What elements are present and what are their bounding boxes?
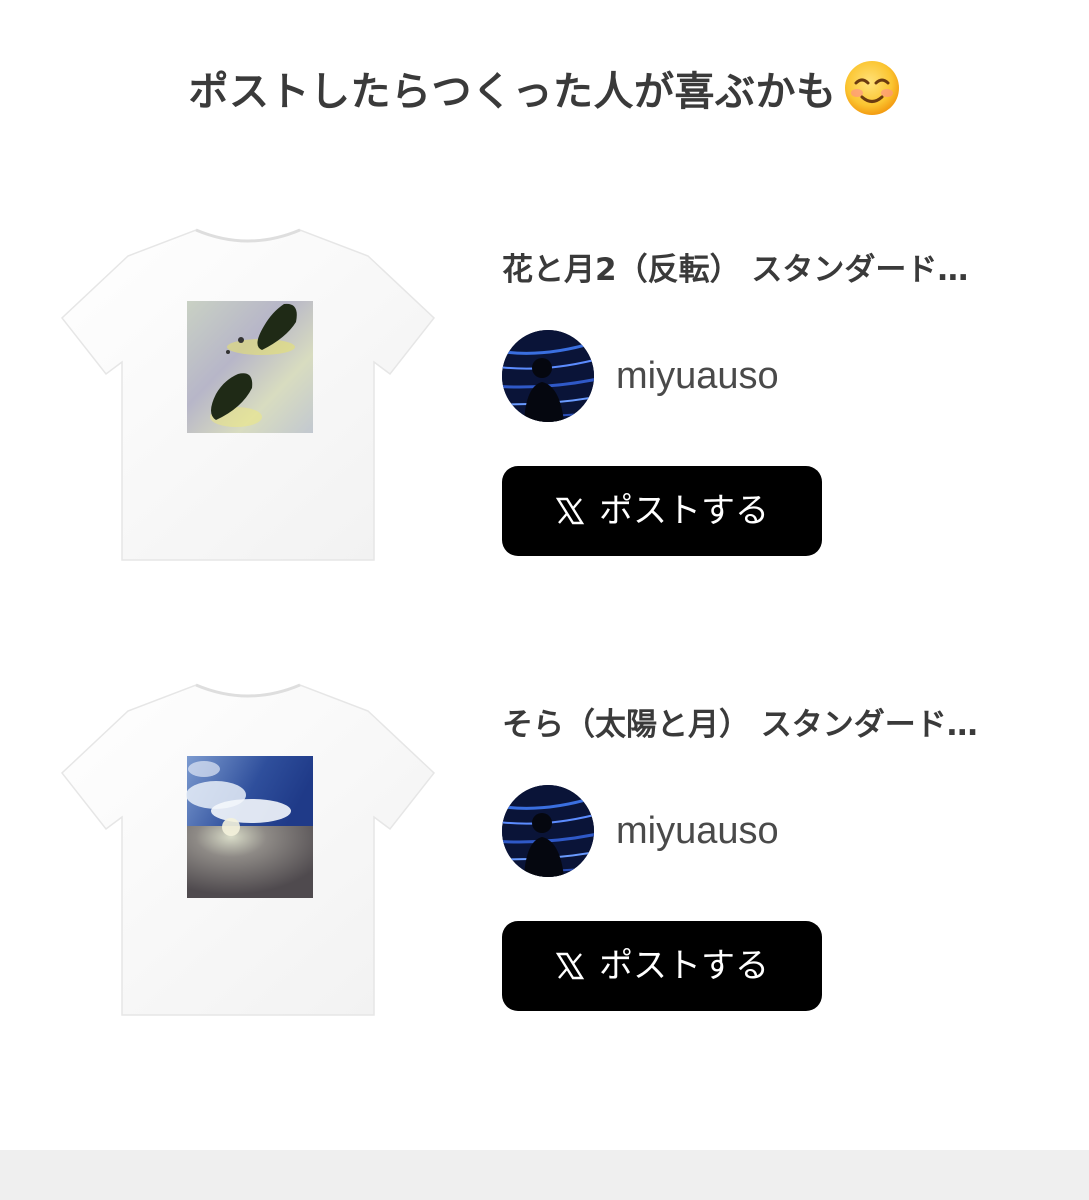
share-heading-text: ポストしたらつくった人が喜ぶかも [188,69,837,115]
product-title[interactable]: 花と月2（反転） スタンダード… [502,250,1062,290]
product-tshirt-image[interactable] [56,677,440,1023]
creator-avatar[interactable] [502,785,594,877]
post-to-x-button[interactable]: ポストする [502,921,822,1011]
x-logo-icon [555,496,585,526]
product-tshirt-image[interactable] [56,222,440,568]
footer-bar [0,1150,1089,1200]
creator-name[interactable]: miyuauso [616,354,779,398]
post-button-label: ポストする [599,491,769,531]
post-button-label: ポストする [599,946,769,986]
smiling-face-icon [843,59,901,117]
creator-name[interactable]: miyuauso [616,809,779,853]
product-item: 花と月2（反転） スタンダード… miyuauso ポストする [0,222,1089,572]
share-heading: ポストしたらつくった人が喜ぶかも [0,52,1089,124]
product-title[interactable]: そら（太陽と月） スタンダード… [502,705,1062,745]
post-to-x-button[interactable]: ポストする [502,466,822,556]
x-logo-icon [555,951,585,981]
creator-avatar[interactable] [502,330,594,422]
product-item: そら（太陽と月） スタンダード… miyuauso ポストする [0,677,1089,1027]
